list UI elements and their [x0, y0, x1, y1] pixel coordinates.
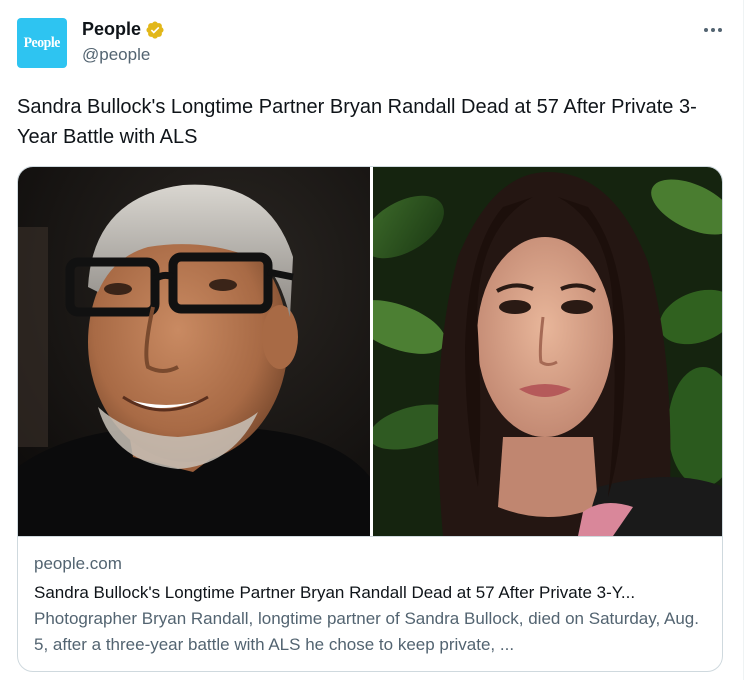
timeline-border [743, 0, 744, 680]
avatar-logo-text: People [23, 34, 61, 51]
display-name[interactable]: People [82, 19, 141, 40]
card-description: Photographer Bryan Randall, longtime par… [34, 609, 699, 654]
photo-woman [373, 167, 722, 536]
card-divider [18, 536, 722, 537]
photo-man [18, 167, 370, 536]
card-domain: people.com [34, 554, 122, 573]
verified-badge-icon [146, 20, 164, 39]
card-image[interactable] [18, 167, 722, 536]
card-title[interactable]: Sandra Bullock's Longtime Partner Bryan … [34, 581, 708, 605]
tweet-text: Sandra Bullock's Longtime Partner Bryan … [17, 96, 697, 148]
more-horizontal-icon[interactable] [700, 20, 726, 40]
link-card[interactable]: people.com Sandra Bullock's Longtime Par… [17, 166, 723, 672]
avatar[interactable]: People [17, 18, 67, 68]
author-name-row: People [82, 19, 165, 40]
tweet[interactable]: People People @people Sandra Bullock's L… [0, 0, 743, 680]
handle[interactable]: @people [82, 45, 150, 65]
